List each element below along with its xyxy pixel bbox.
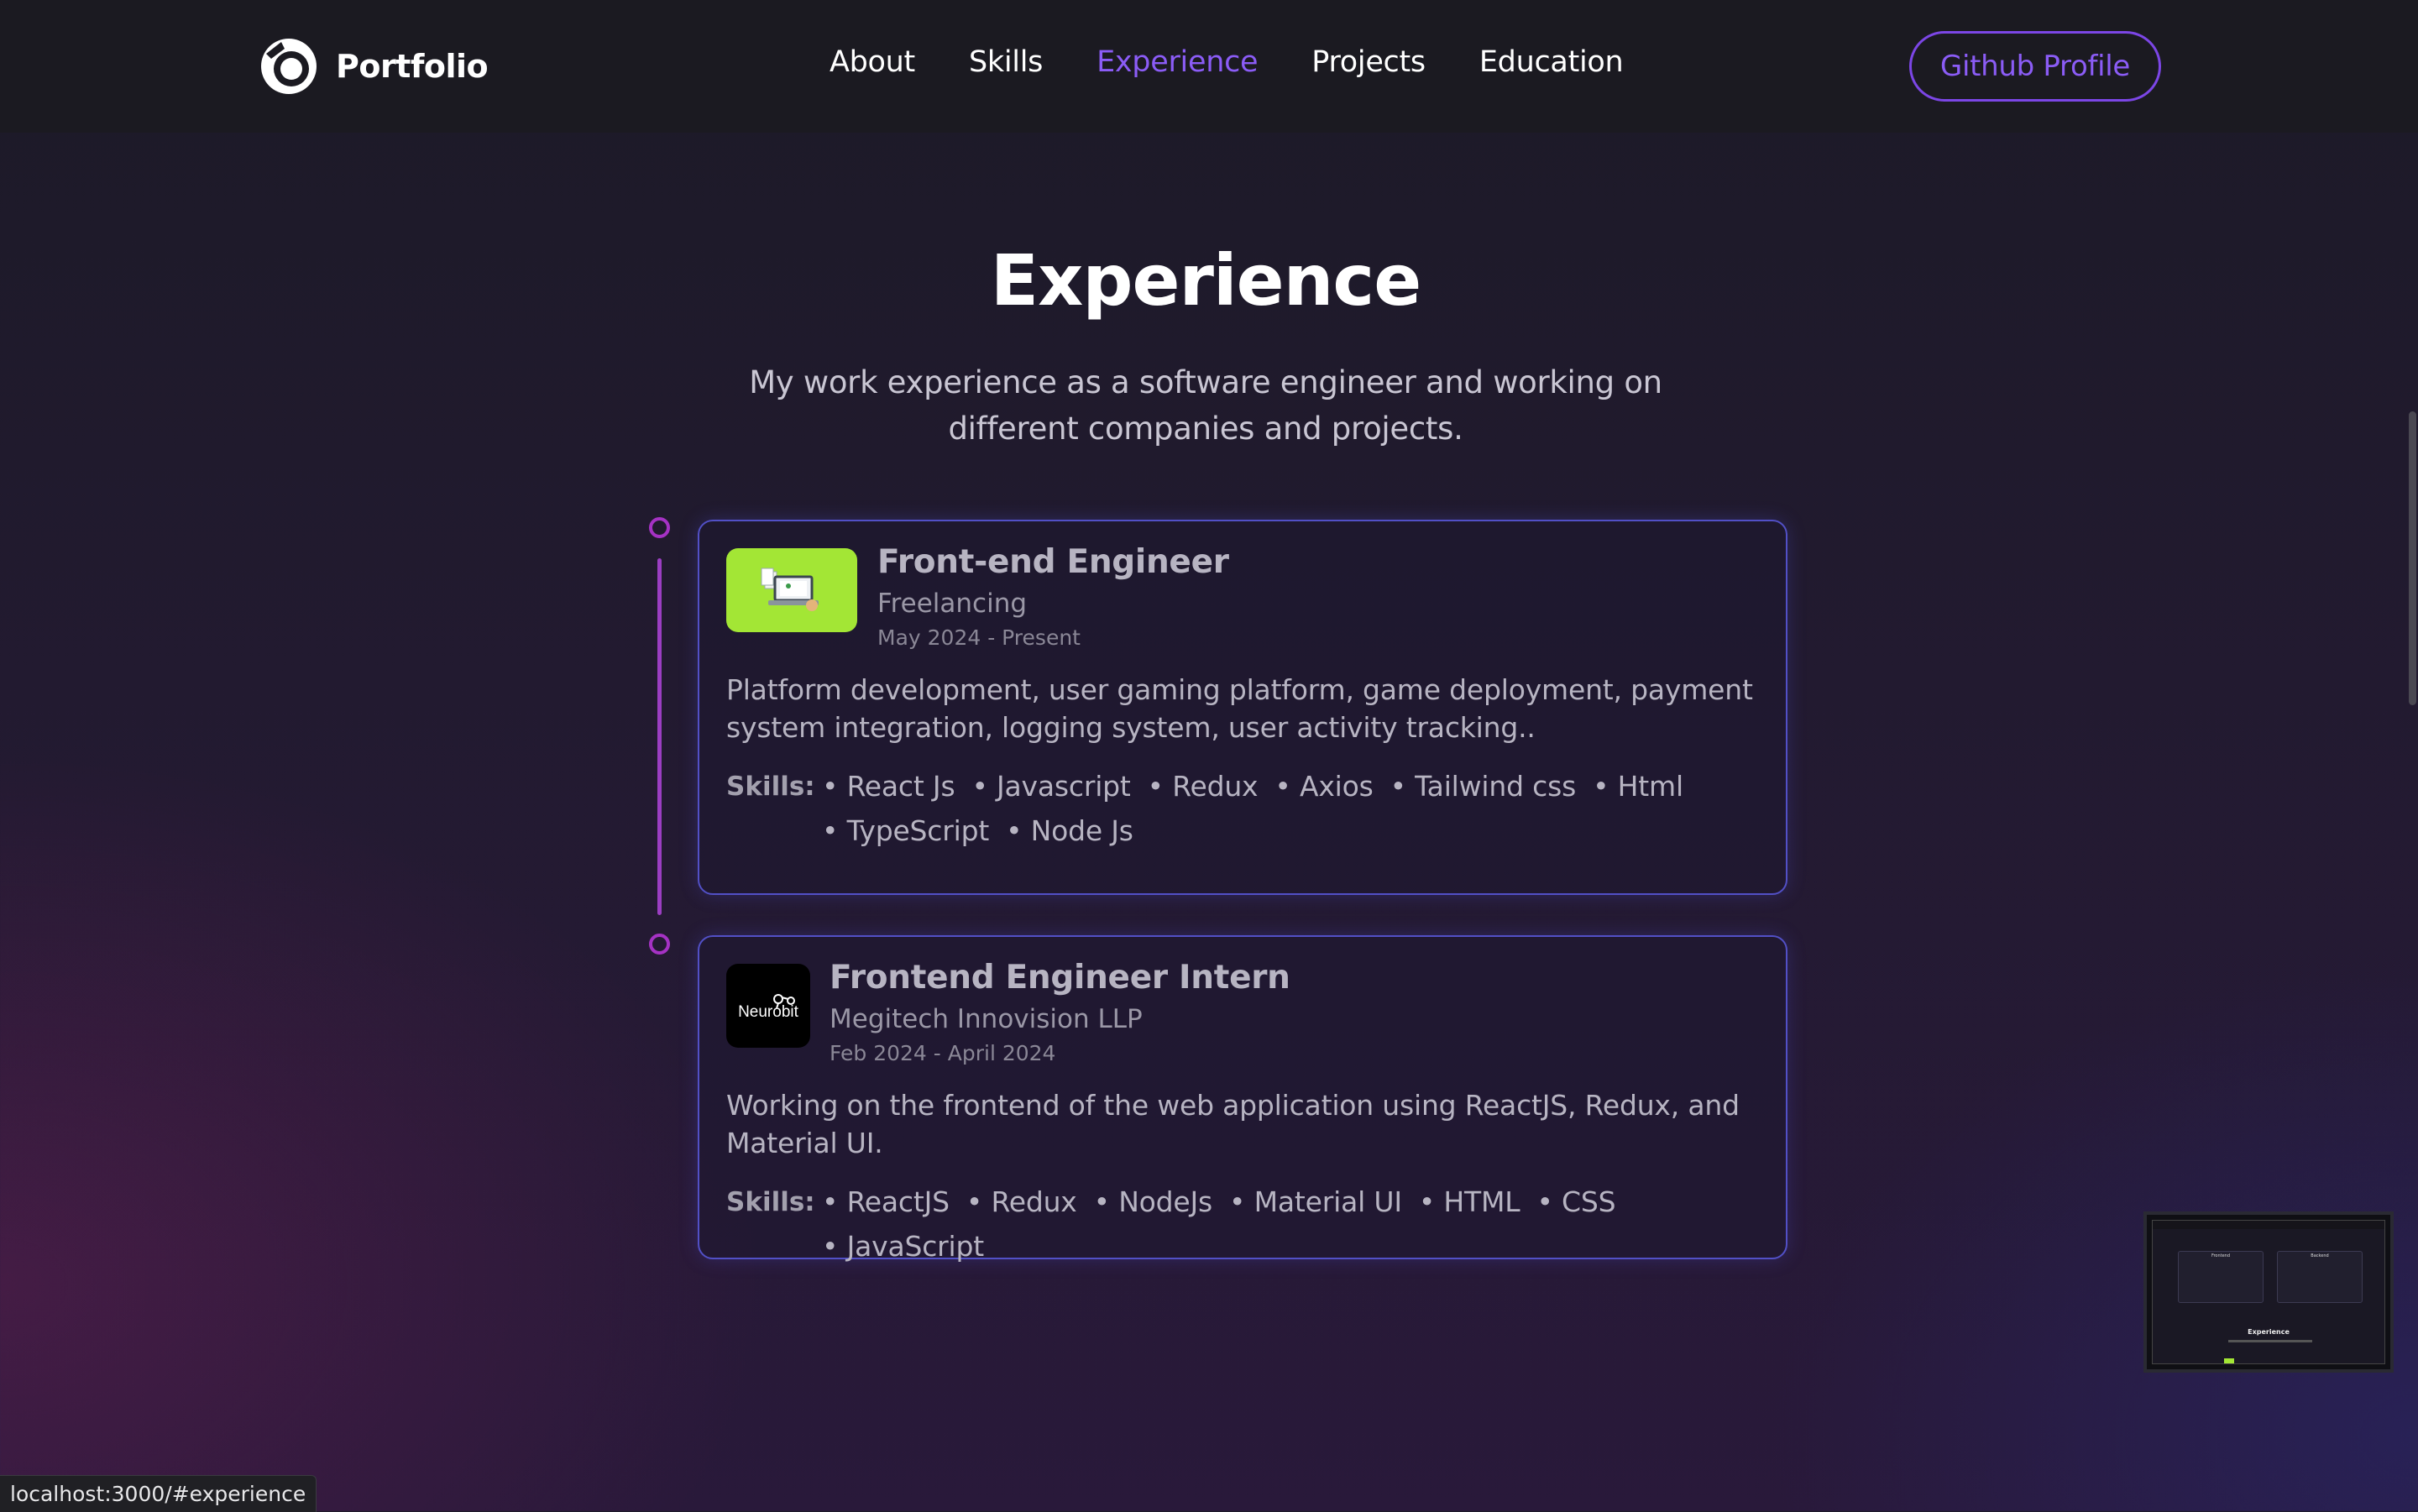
preview-subtitle-line	[2228, 1340, 2312, 1342]
job-description: Working on the frontend of the web appli…	[726, 1089, 1740, 1159]
neurobit-logo-icon: Neurobit	[738, 994, 799, 1021]
nav-link-education[interactable]: Education	[1479, 45, 1624, 79]
skill-item: Redux	[1148, 770, 1258, 803]
navbar: Portfolio About Skills Experience Projec…	[0, 0, 2418, 133]
logo-text: Portfolio	[336, 48, 489, 85]
skill-item: HTML	[1419, 1185, 1520, 1218]
skill-item: CSS	[1536, 1185, 1616, 1218]
experience-card: Front-end Engineer Freelancing May 2024 …	[698, 520, 1787, 895]
skills-list: ReactJS Redux NodeJs Material UI HTML CS…	[822, 1185, 1771, 1263]
skill-item: Redux	[966, 1185, 1076, 1218]
neurobit-logo-text: Neurobit	[738, 1003, 799, 1021]
skill-item: JavaScript	[822, 1230, 985, 1263]
preview-content: Frontend Backend Experience	[2152, 1220, 2385, 1364]
experience-card: Neurobit Frontend Engineer Intern Megite…	[698, 935, 1787, 1263]
job-role: Front-end Engineer	[877, 543, 1229, 581]
link-status-bar: localhost:3000/#experience	[0, 1475, 317, 1512]
company-name: Freelancing	[877, 589, 1028, 619]
logo[interactable]: Portfolio	[259, 37, 489, 96]
skill-item: TypeScript	[822, 814, 990, 847]
skill-item: React Js	[822, 770, 955, 803]
nav-link-about[interactable]: About	[830, 45, 915, 79]
preview-panel-left: Frontend	[2178, 1251, 2264, 1303]
skill-item: ReactJS	[822, 1185, 950, 1218]
section-title: Experience	[990, 239, 1421, 322]
skills-list: React Js Javascript Redux Axios Tailwind…	[822, 770, 1771, 847]
section-subtitle: My work experience as a software enginee…	[749, 364, 1662, 447]
skill-item: Node Js	[1006, 814, 1133, 847]
preview-navbar	[2153, 1221, 2384, 1229]
job-role: Frontend Engineer Intern	[830, 959, 1290, 997]
skill-item: Html	[1593, 770, 1683, 803]
preview-col-right: Backend	[2311, 1253, 2329, 1258]
company-logo: Neurobit	[726, 964, 810, 1048]
skill-item: Javascript	[971, 770, 1131, 803]
nav-links: About Skills Experience Projects Educati…	[830, 45, 1624, 79]
preview-col-left: Frontend	[2211, 1253, 2231, 1258]
timeline-dot	[649, 517, 670, 538]
job-date: May 2024 - Present	[877, 625, 1081, 650]
window-preview-thumbnail[interactable]: Frontend Backend Experience	[2143, 1211, 2394, 1373]
preview-panel-right: Backend	[2277, 1251, 2363, 1303]
skills-label: Skills:	[726, 772, 815, 802]
preview-logo	[2224, 1358, 2234, 1363]
job-description: Platform development, user gaming platfo…	[726, 673, 1753, 744]
skill-item: Axios	[1274, 770, 1374, 803]
skill-item: Material UI	[1229, 1185, 1402, 1218]
nav-link-experience[interactable]: Experience	[1096, 45, 1258, 79]
preview-heading: Experience	[2248, 1328, 2290, 1336]
job-date: Feb 2024 - April 2024	[830, 1041, 1056, 1065]
nav-link-projects[interactable]: Projects	[1311, 45, 1426, 79]
github-profile-button[interactable]: Github Profile	[1909, 31, 2161, 102]
laptop-illustration-icon	[761, 568, 819, 611]
logo-icon	[261, 39, 317, 94]
scrollbar-track[interactable]	[2406, 0, 2418, 1511]
skill-item: Tailwind css	[1390, 770, 1576, 803]
company-name: Megitech Innovision LLP	[830, 1004, 1143, 1034]
timeline-line	[657, 558, 662, 915]
scrollbar-thumb[interactable]	[2409, 411, 2416, 705]
skills-label: Skills:	[726, 1187, 815, 1217]
timeline-dot	[649, 934, 670, 955]
nav-link-skills[interactable]: Skills	[969, 45, 1043, 79]
skill-item: NodeJs	[1094, 1185, 1212, 1218]
company-logo	[726, 548, 857, 632]
